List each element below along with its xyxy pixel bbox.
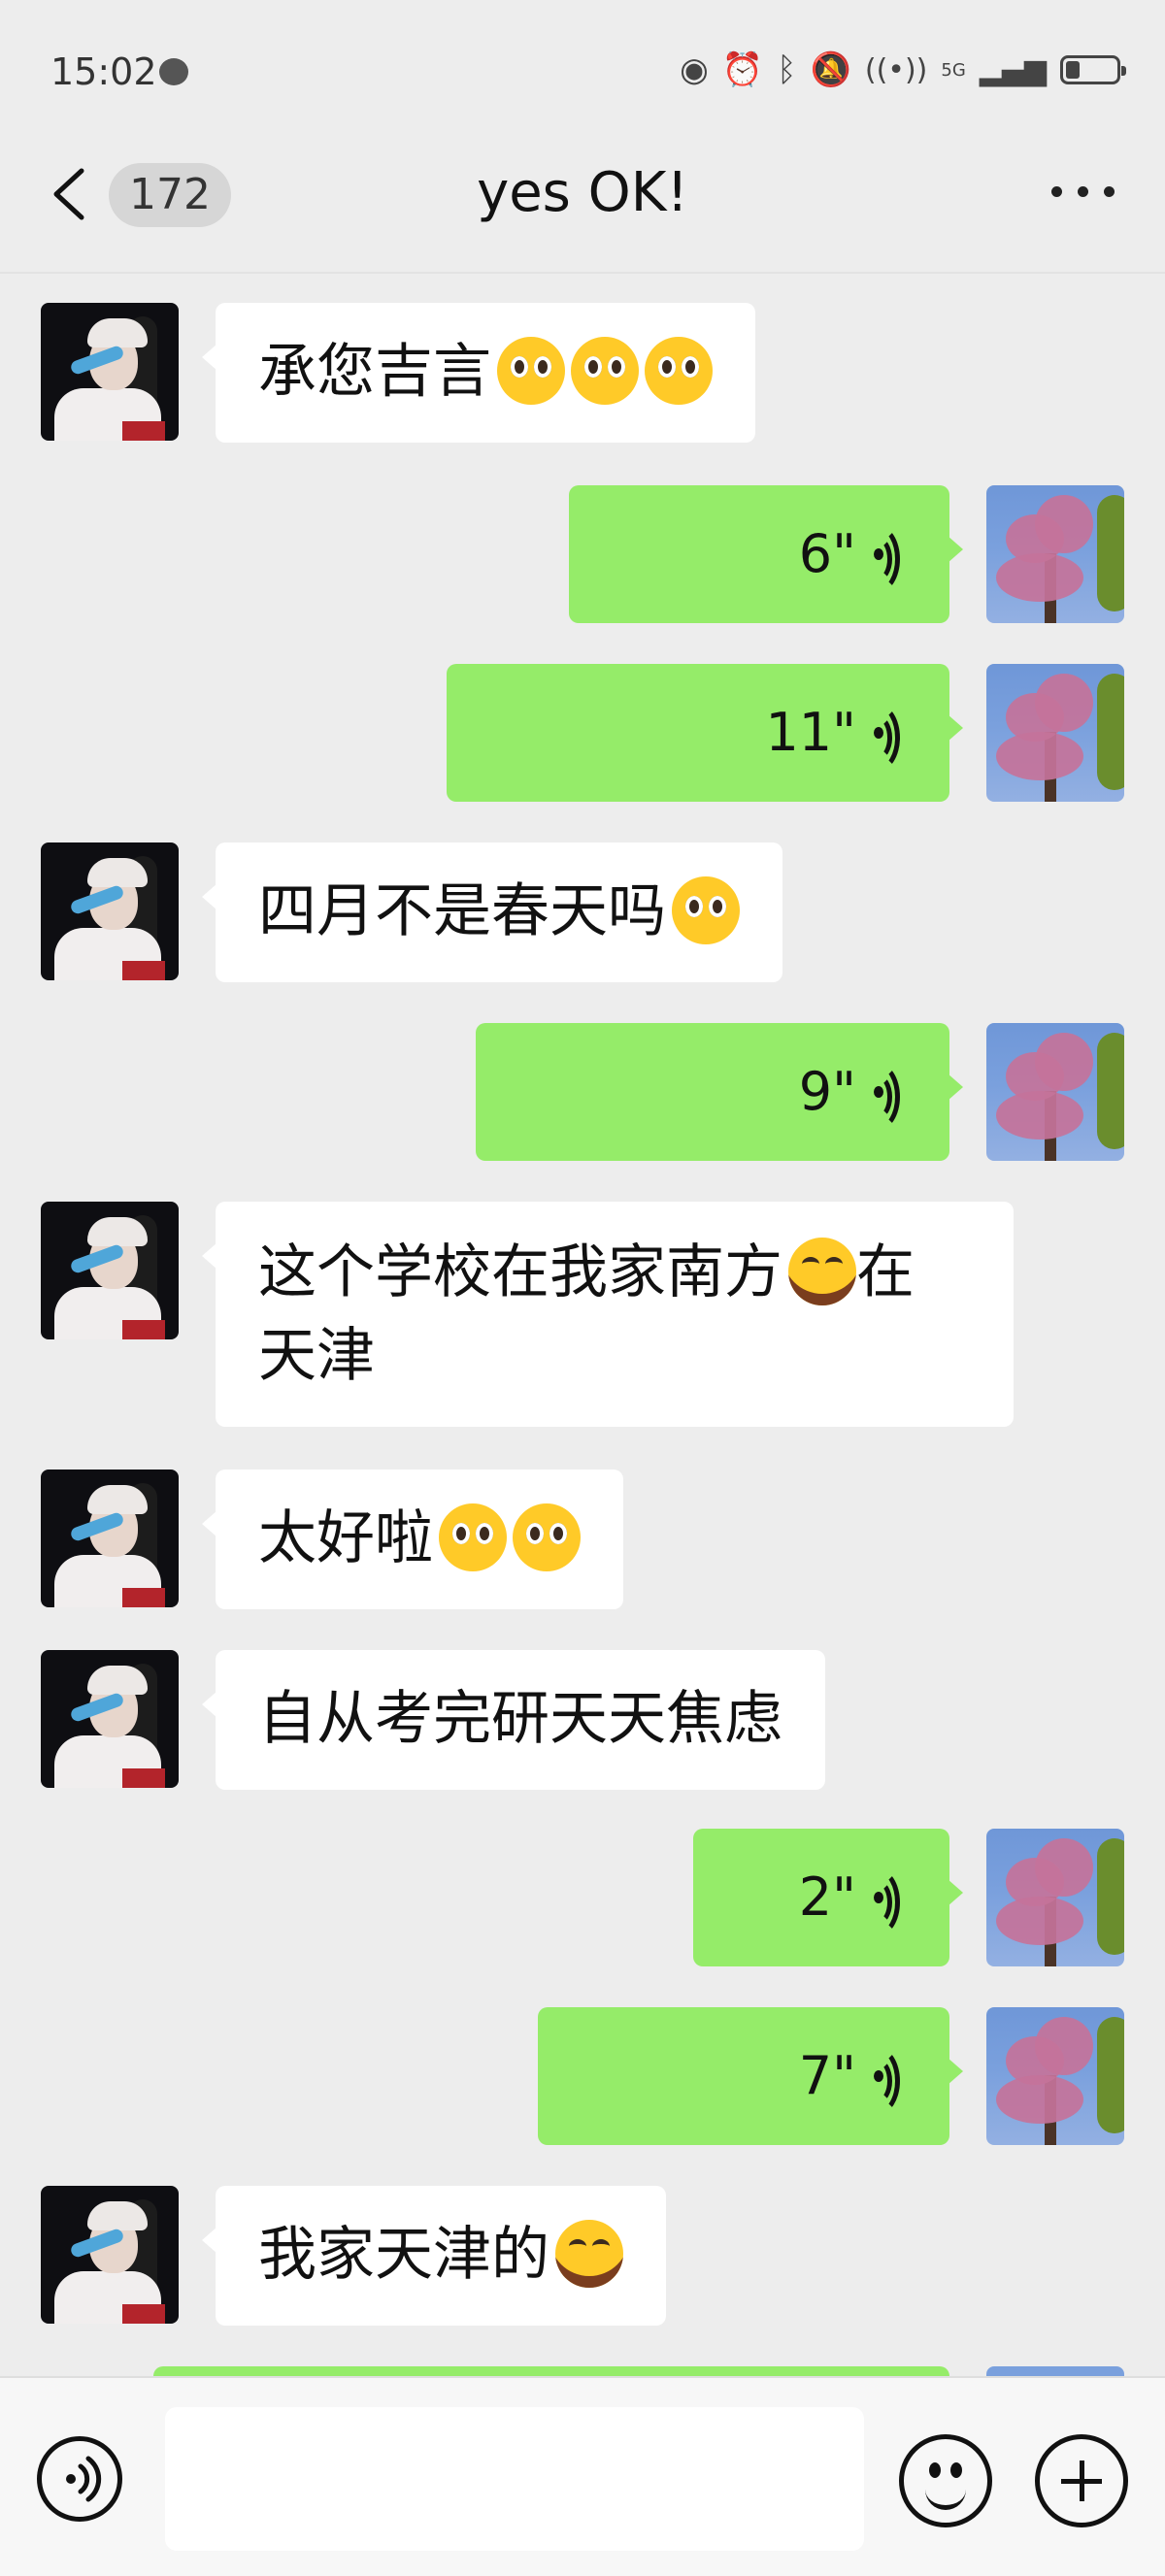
received-message-bubble[interactable]: 承您吉言 (202, 303, 755, 443)
pleading-face-icon (645, 337, 713, 406)
message-text: 在 (856, 1238, 915, 1306)
contact-avatar[interactable] (41, 303, 179, 441)
my-avatar[interactable] (986, 485, 1124, 623)
voice-wave-icon (874, 525, 918, 593)
pleading-face-icon (672, 876, 740, 945)
my-avatar[interactable] (986, 1023, 1124, 1161)
my-avatar[interactable] (986, 1829, 1124, 1966)
voice-duration: 2" (798, 1866, 856, 1928)
alarm-icon: ⏰ (721, 50, 764, 89)
laughing-tears-icon (788, 1238, 856, 1306)
pleading-face-icon (497, 337, 565, 406)
voice-wave-icon (874, 1868, 918, 1936)
message-text: 四月不是春天吗 (258, 877, 666, 945)
voice-duration: 11" (765, 702, 856, 763)
voice-input-toggle-icon[interactable] (37, 2436, 122, 2522)
wifi-icon: ((•)) (864, 52, 928, 87)
pleading-face-icon (571, 337, 639, 406)
more-options-icon[interactable] (1051, 186, 1115, 197)
voice-message-bubble[interactable]: 6" (569, 485, 963, 623)
header-divider (0, 272, 1165, 274)
pleading-face-icon (439, 1503, 507, 1572)
voice-wave-icon (874, 2047, 918, 2115)
plus-icon[interactable] (1035, 2434, 1128, 2527)
notification-bubble-icon (159, 58, 188, 85)
received-message-bubble[interactable]: 太好啦 (202, 1470, 623, 1609)
voice-wave-icon (874, 1063, 918, 1131)
received-message-bubble[interactable]: 自从考完研天天焦虑 (202, 1650, 825, 1790)
contact-avatar[interactable] (41, 1470, 179, 1607)
input-bar (0, 2376, 1165, 2576)
voice-message-bubble[interactable]: 2" (693, 1829, 963, 1966)
signal-icon: ▂▄▆ (979, 52, 1047, 87)
clock: 15:02 (50, 50, 157, 93)
emoji-icon[interactable] (899, 2434, 992, 2527)
received-message-bubble[interactable]: 四月不是春天吗 (202, 842, 782, 982)
message-text: 承您吉言 (258, 338, 491, 406)
status-bar: 15:02 ◉ ⏰ ᛒ 🔕 ((•)) 5G ▂▄▆ (0, 0, 1165, 146)
contact-avatar[interactable] (41, 1202, 179, 1339)
message-text: 我家天津的 (258, 2221, 549, 2289)
bluetooth-icon: ᛒ (777, 50, 797, 89)
voice-message-bubble[interactable]: 11" (447, 664, 963, 802)
contact-avatar[interactable] (41, 842, 179, 980)
voice-duration: 7" (798, 2045, 856, 2106)
chat-title: yes OK! (477, 161, 688, 224)
voice-duration: 9" (798, 1061, 856, 1122)
voice-message-bubble[interactable]: 7" (538, 2007, 963, 2145)
message-text: 这个学校在我家南方 (258, 1238, 782, 1306)
received-message-bubble[interactable]: 这个学校在我家南方 在 天津 (202, 1202, 1014, 1427)
message-input[interactable] (165, 2407, 864, 2551)
laughing-tears-icon (555, 2220, 623, 2289)
voice-message-bubble[interactable]: 9" (476, 1023, 963, 1161)
pleading-face-icon (513, 1503, 581, 1572)
my-avatar[interactable] (986, 2007, 1124, 2145)
network-label: 5G (941, 59, 966, 81)
voice-wave-icon (874, 704, 918, 772)
message-text: 太好啦 (258, 1504, 433, 1572)
status-icons: ◉ ⏰ ᛒ 🔕 ((•)) 5G ▂▄▆ (680, 50, 1126, 89)
contact-avatar[interactable] (41, 1650, 179, 1788)
battery-icon (1060, 55, 1126, 84)
my-avatar[interactable] (986, 664, 1124, 802)
received-message-bubble[interactable]: 我家天津的 (202, 2186, 666, 2326)
message-text: 天津 (258, 1322, 375, 1390)
eye-icon: ◉ (680, 50, 709, 89)
voice-duration: 6" (798, 523, 856, 584)
contact-avatar[interactable] (41, 2186, 179, 2324)
message-text: 自从考完研天天焦虑 (258, 1685, 782, 1753)
mute-icon: 🔕 (810, 50, 851, 89)
